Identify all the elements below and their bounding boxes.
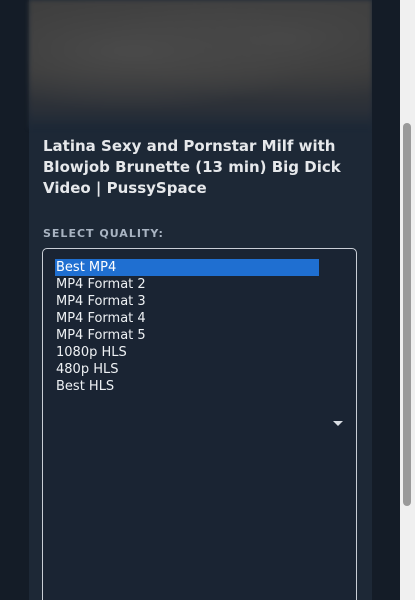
page-viewport: Latina Sexy and Pornstar Milf with Blowj… xyxy=(0,0,415,600)
video-title: Latina Sexy and Pornstar Milf with Blowj… xyxy=(43,137,341,197)
scrollbar-thumb[interactable] xyxy=(403,123,411,506)
quality-option-mp4-format-2[interactable]: MP4 Format 2 xyxy=(55,276,319,293)
quality-select[interactable]: Best MP4 MP4 Format 2 MP4 Format 3 MP4 F… xyxy=(42,248,357,600)
quality-option-480p-hls[interactable]: 480p HLS xyxy=(55,361,319,378)
quality-option-mp4-format-4[interactable]: MP4 Format 4 xyxy=(55,310,319,327)
chevron-down-icon[interactable] xyxy=(333,421,343,426)
quality-options-list: Best MP4 MP4 Format 2 MP4 Format 3 MP4 F… xyxy=(55,259,319,395)
left-gutter xyxy=(0,0,29,600)
quality-option-best-mp4[interactable]: Best MP4 xyxy=(55,259,319,276)
download-panel: Latina Sexy and Pornstar Milf with Blowj… xyxy=(29,0,372,600)
page-scrollbar[interactable] xyxy=(400,0,415,600)
quality-option-mp4-format-3[interactable]: MP4 Format 3 xyxy=(55,293,319,310)
video-thumbnail[interactable] xyxy=(29,0,372,128)
quality-option-1080p-hls[interactable]: 1080p HLS xyxy=(55,344,319,361)
select-quality-label: SELECT QUALITY: xyxy=(43,227,164,240)
right-gutter xyxy=(372,0,400,600)
quality-option-mp4-format-5[interactable]: MP4 Format 5 xyxy=(55,327,319,344)
quality-option-best-hls[interactable]: Best HLS xyxy=(55,378,319,395)
